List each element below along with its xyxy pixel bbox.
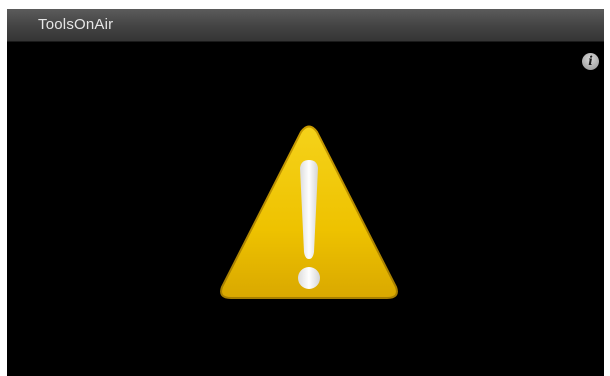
title-bar[interactable]: ToolsOnAir	[7, 9, 604, 42]
window-title: ToolsOnAir	[38, 16, 114, 33]
app-window: ToolsOnAir i	[7, 9, 604, 376]
info-icon[interactable]: i	[582, 53, 599, 70]
warning-icon	[220, 125, 398, 299]
exclamation-dot	[298, 267, 320, 289]
info-glyph: i	[588, 54, 593, 68]
